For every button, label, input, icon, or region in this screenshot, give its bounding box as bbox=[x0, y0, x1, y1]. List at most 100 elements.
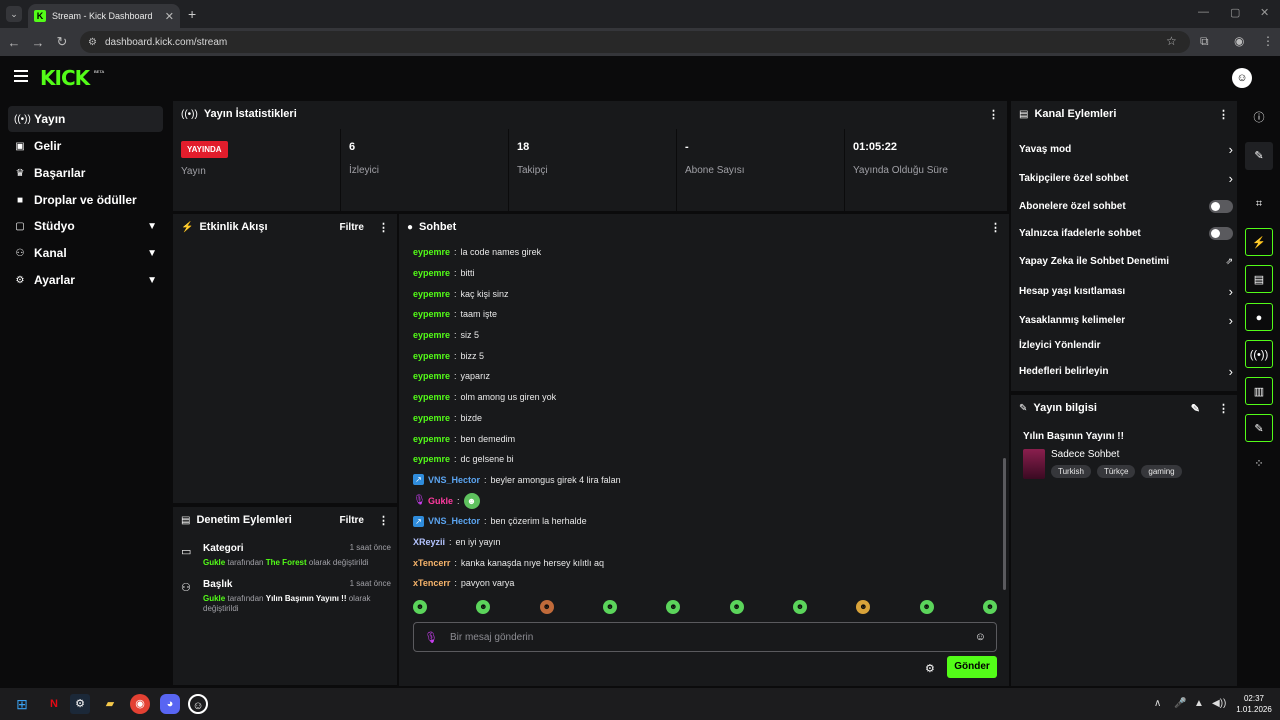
windows-start-icon[interactable]: ⊞ bbox=[12, 694, 32, 714]
subscribers-only-toggle[interactable] bbox=[1209, 199, 1233, 213]
wifi-icon[interactable]: ▲ bbox=[1194, 698, 1204, 709]
chat-username[interactable]: eypemre bbox=[413, 268, 450, 278]
mod-user[interactable]: Gukle bbox=[203, 558, 225, 567]
app-icon[interactable]: ☺ bbox=[188, 694, 208, 714]
sidebar-item-gelir[interactable]: ▣ Gelir bbox=[8, 133, 163, 159]
maximize-icon[interactable]: ▢ bbox=[1230, 6, 1240, 19]
sidebar-item-basarilar[interactable]: ♛ Başarılar bbox=[8, 160, 163, 186]
chat-username[interactable]: xTencerr bbox=[413, 578, 450, 588]
filter-button[interactable]: Filtre bbox=[340, 222, 364, 233]
chat-username[interactable]: eypemre bbox=[413, 392, 450, 402]
pencil-icon[interactable]: ✎ bbox=[1245, 142, 1273, 170]
action-set-goals[interactable]: Hedefleri belirleyin › bbox=[1019, 361, 1233, 381]
category-thumbnail[interactable] bbox=[1023, 449, 1045, 479]
emote-icon[interactable]: ☻ bbox=[539, 600, 554, 614]
kick-logo[interactable]: KICK bbox=[40, 66, 90, 90]
chat-username[interactable]: eypemre bbox=[413, 434, 450, 444]
category-name[interactable]: Sadece Sohbet bbox=[1051, 449, 1119, 460]
chat-username[interactable]: eypemre bbox=[413, 351, 450, 361]
volume-icon[interactable]: ◀)) bbox=[1212, 698, 1226, 709]
action-followers-only[interactable]: Takipçilere özel sohbet › bbox=[1019, 168, 1233, 188]
extensions-icon[interactable]: ⧉ bbox=[1200, 34, 1209, 49]
more-options-icon[interactable]: ⋮ bbox=[1218, 402, 1229, 415]
chat-username[interactable]: VNS_Hector bbox=[428, 475, 480, 485]
chat-message-list[interactable]: eypemre: la code names girek eypemre: bitt… bbox=[413, 242, 993, 594]
emotes-only-toggle[interactable] bbox=[1209, 226, 1233, 240]
sidebar-item-ayarlar[interactable]: ⚙ Ayarlar ▼ bbox=[8, 267, 163, 293]
chat-username[interactable]: eypemre bbox=[413, 371, 450, 381]
browser-tab[interactable]: K Stream - Kick Dashboard ✕ bbox=[28, 4, 180, 28]
mic-tray-icon[interactable]: 🎤 bbox=[1174, 698, 1186, 709]
mic-icon[interactable]: 🎙 bbox=[424, 631, 438, 644]
emoji-picker-icon[interactable]: ☺ bbox=[975, 631, 986, 643]
wrench-icon[interactable]: ✎ bbox=[1245, 414, 1273, 442]
screen-capture-icon[interactable]: ⌗ bbox=[1245, 190, 1273, 218]
bookmark-star-icon[interactable]: ☆ bbox=[1166, 34, 1177, 48]
sidebar-item-droplar[interactable]: ■ Droplar ve ödüller bbox=[8, 187, 163, 213]
emote-icon[interactable]: ☻ bbox=[666, 600, 681, 614]
taskbar-clock[interactable]: 02:37 1.01.2026 bbox=[1232, 693, 1276, 715]
forward-icon[interactable]: → bbox=[26, 35, 50, 50]
action-account-age[interactable]: Hesap yaşı kısıtlaması › bbox=[1019, 281, 1233, 301]
user-avatar[interactable]: ☺ bbox=[1232, 68, 1252, 88]
sidebar-item-studyo[interactable]: ▢ Stüdyo ▼ bbox=[8, 213, 163, 239]
tray-overflow-icon[interactable]: ∧ bbox=[1154, 698, 1161, 709]
emote-icon[interactable]: ☻ bbox=[729, 600, 744, 614]
sidebar-item-yayin[interactable]: ((•)) Yayın bbox=[8, 106, 163, 132]
action-banned-words[interactable]: Yasaklanmış kelimeler › bbox=[1019, 310, 1233, 330]
sidebar-item-kanal[interactable]: ⚇ Kanal ▼ bbox=[8, 240, 163, 266]
mod-user[interactable]: Gukle bbox=[203, 594, 225, 603]
url-field[interactable]: ⚙ dashboard.kick.com/stream bbox=[80, 31, 1190, 53]
more-options-icon[interactable]: ⋮ bbox=[378, 221, 389, 234]
chat-username[interactable]: eypemre bbox=[413, 309, 450, 319]
tag[interactable]: gaming bbox=[1141, 465, 1182, 478]
lightning-icon[interactable]: ⚡ bbox=[1245, 228, 1273, 256]
info-icon[interactable]: ⓘ bbox=[1245, 104, 1273, 132]
broadcast-icon[interactable]: ((•)) bbox=[1245, 340, 1273, 368]
chrome-icon[interactable]: ◉ bbox=[130, 694, 150, 714]
netflix-icon[interactable]: N bbox=[44, 694, 64, 714]
action-slow-mode[interactable]: Yavaş mod › bbox=[1019, 139, 1233, 159]
chat-input[interactable]: 🎙 Bir mesaj gönderin ☺ bbox=[413, 622, 997, 652]
edit-pencil-icon[interactable]: ✎ bbox=[1191, 402, 1200, 415]
chat-username[interactable]: xTencerr bbox=[413, 558, 450, 568]
add-widget-icon[interactable]: ⁘ bbox=[1245, 450, 1273, 478]
emote-icon[interactable]: ☻ bbox=[476, 600, 491, 614]
emote-icon[interactable]: ☻ bbox=[856, 600, 871, 614]
more-options-icon[interactable]: ⋮ bbox=[1218, 108, 1229, 121]
chat-username[interactable]: eypemre bbox=[413, 289, 450, 299]
hamburger-menu-icon[interactable] bbox=[14, 70, 28, 82]
more-options-icon[interactable]: ⋮ bbox=[988, 108, 999, 121]
chat-username[interactable]: XReyzii bbox=[413, 537, 445, 547]
window-close-icon[interactable]: ✕ bbox=[1260, 6, 1269, 19]
emote-icon[interactable]: ☻ bbox=[602, 600, 617, 614]
emote-icon[interactable]: ☻ bbox=[919, 600, 934, 614]
chat-username[interactable]: eypemre bbox=[413, 247, 450, 257]
chat-username[interactable]: eypemre bbox=[413, 330, 450, 340]
chat-username[interactable]: eypemre bbox=[413, 413, 450, 423]
chat-username[interactable]: Gukle bbox=[428, 496, 453, 506]
more-options-icon[interactable]: ⋮ bbox=[990, 221, 1001, 234]
discord-icon[interactable]: ◕ bbox=[160, 694, 180, 714]
emote-icon[interactable]: ☻ bbox=[982, 600, 997, 614]
emote-icon[interactable]: ☻ bbox=[413, 600, 427, 614]
chat-bubble-icon[interactable]: ● bbox=[1245, 303, 1273, 331]
file-explorer-icon[interactable]: ▰ bbox=[100, 694, 120, 714]
chat-scrollbar[interactable] bbox=[1003, 458, 1006, 590]
back-icon[interactable]: ← bbox=[2, 35, 26, 50]
minimize-icon[interactable]: — bbox=[1198, 6, 1209, 18]
filter-button[interactable]: Filtre bbox=[340, 515, 364, 526]
action-ai-moderation[interactable]: Yapay Zeka ile Sohbet Denetimi ⇗ bbox=[1019, 251, 1233, 271]
chat-settings-gear-icon[interactable]: ⚙ bbox=[925, 662, 935, 675]
profile-icon[interactable]: ◉ bbox=[1234, 34, 1244, 48]
tag[interactable]: Türkçe bbox=[1096, 465, 1136, 478]
site-info-icon[interactable]: ⚙ bbox=[88, 37, 97, 48]
new-tab-icon[interactable]: + bbox=[188, 6, 196, 22]
action-raid-viewers[interactable]: İzleyici Yönlendir bbox=[1019, 335, 1233, 355]
more-options-icon[interactable]: ⋮ bbox=[378, 514, 389, 527]
tag[interactable]: Turkish bbox=[1051, 465, 1091, 478]
browser-menu-icon[interactable]: ⋮ bbox=[1262, 34, 1274, 48]
channel-actions-icon[interactable]: ▥ bbox=[1245, 377, 1273, 405]
tab-search-icon[interactable]: ⌄ bbox=[6, 6, 22, 22]
emote-icon[interactable]: ☻ bbox=[792, 600, 807, 614]
